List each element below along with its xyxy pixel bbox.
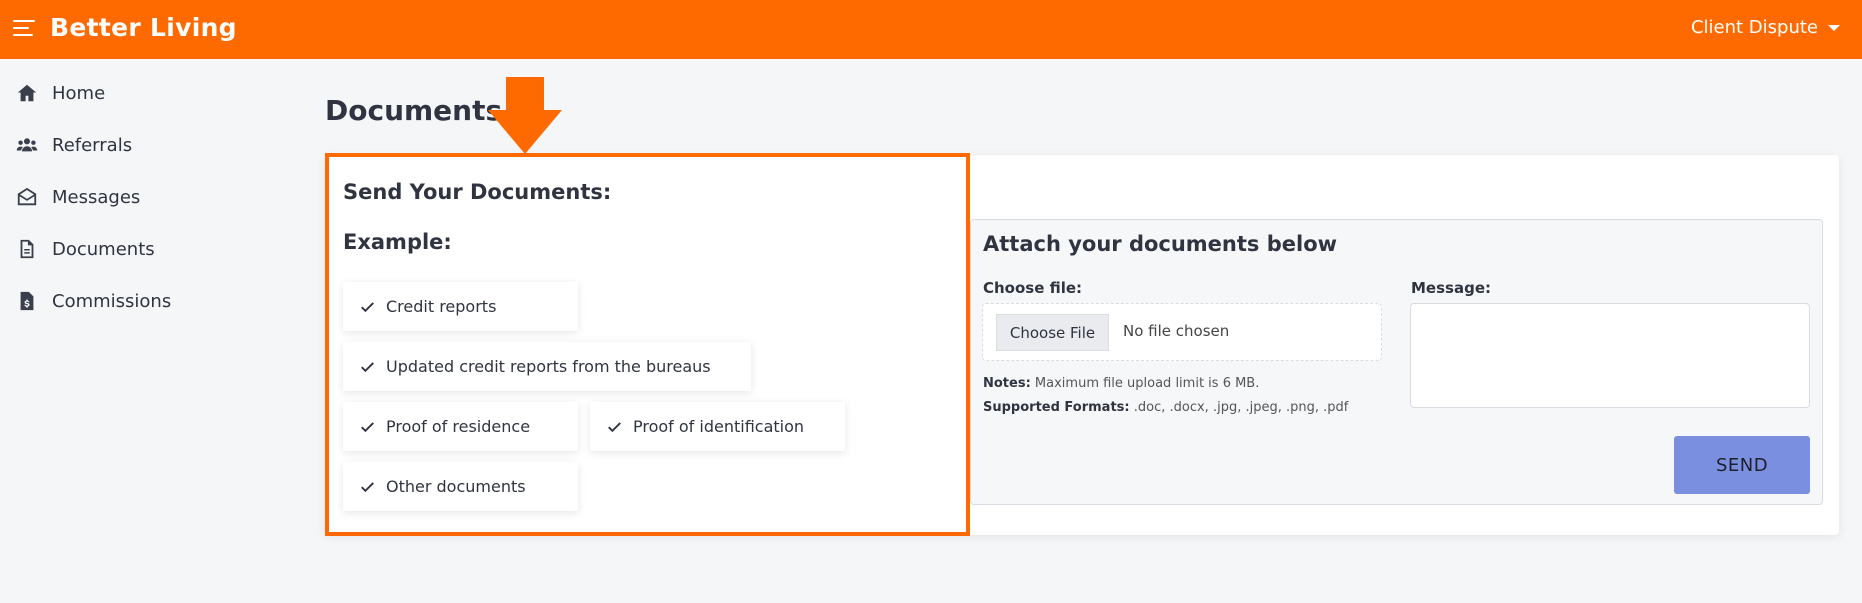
sidebar-item-documents[interactable]: Documents bbox=[16, 238, 155, 260]
send-documents-title: Send Your Documents: bbox=[343, 180, 612, 204]
formats-text: .doc, .docx, .jpg, .jpeg, .png, .pdf bbox=[1133, 400, 1349, 415]
file-status: No file chosen bbox=[1123, 322, 1230, 340]
hamburger-icon[interactable] bbox=[13, 20, 35, 38]
sidebar-item-label: Home bbox=[52, 82, 106, 104]
caret-down-icon bbox=[1828, 24, 1840, 31]
top-navbar: Better Living Client Dispute bbox=[0, 0, 1862, 59]
sidebar: Home Referrals Messages Documents Commis… bbox=[0, 59, 290, 603]
user-menu-label: Client Dispute bbox=[1690, 17, 1818, 38]
brand-title[interactable]: Better Living bbox=[50, 13, 237, 42]
check-icon bbox=[361, 362, 374, 373]
users-icon bbox=[16, 138, 38, 152]
sidebar-item-label: Documents bbox=[52, 238, 155, 260]
user-menu-dropdown[interactable]: Client Dispute bbox=[1691, 17, 1840, 38]
file-upload-field[interactable]: Choose File No file chosen bbox=[982, 303, 1382, 361]
example-chip: Proof of identification bbox=[590, 402, 845, 451]
formats-label: Supported Formats: bbox=[983, 400, 1130, 415]
envelope-open-icon bbox=[17, 187, 37, 206]
home-icon bbox=[17, 84, 37, 102]
example-label: Proof of identification bbox=[633, 417, 805, 436]
invoice-dollar-icon bbox=[20, 291, 34, 311]
example-label: Other documents bbox=[386, 477, 526, 496]
example-label: Updated credit reports from the bureaus bbox=[386, 357, 711, 376]
check-icon bbox=[361, 302, 374, 313]
sidebar-item-home[interactable]: Home bbox=[16, 82, 105, 104]
notes-text: Maximum file upload limit is 6 MB. bbox=[1034, 376, 1260, 391]
message-label: Message: bbox=[1411, 279, 1491, 297]
sidebar-item-label: Messages bbox=[52, 186, 141, 208]
sidebar-item-messages[interactable]: Messages bbox=[16, 186, 140, 208]
check-icon bbox=[361, 482, 374, 493]
example-chip: Updated credit reports from the bureaus bbox=[343, 342, 751, 391]
example-chip: Credit reports bbox=[343, 282, 578, 331]
example-label: Proof of residence bbox=[386, 417, 531, 436]
choose-file-button[interactable]: Choose File bbox=[996, 314, 1109, 351]
sidebar-item-commissions[interactable]: Commissions bbox=[16, 290, 171, 312]
check-icon bbox=[361, 422, 374, 433]
example-title: Example: bbox=[343, 230, 452, 254]
notes-label: Notes: bbox=[983, 376, 1031, 391]
notes-line: Notes: Maximum file upload limit is 6 MB… bbox=[983, 376, 1259, 391]
example-chip: Other documents bbox=[343, 462, 578, 511]
example-label: Credit reports bbox=[386, 297, 497, 316]
example-chip: Proof of residence bbox=[343, 402, 578, 451]
message-textarea[interactable] bbox=[1410, 303, 1810, 408]
check-icon bbox=[608, 422, 621, 433]
page-title: Documents bbox=[325, 94, 503, 127]
sidebar-item-label: Commissions bbox=[52, 290, 172, 312]
sidebar-item-label: Referrals bbox=[52, 134, 133, 156]
sidebar-item-referrals[interactable]: Referrals bbox=[16, 134, 132, 156]
send-button[interactable]: SEND bbox=[1674, 436, 1810, 494]
formats-line: Supported Formats: .doc, .docx, .jpg, .j… bbox=[983, 400, 1348, 415]
arrow-down-icon bbox=[488, 77, 562, 154]
choose-file-label: Choose file: bbox=[983, 279, 1083, 297]
attach-title: Attach your documents below bbox=[983, 232, 1338, 256]
document-icon bbox=[20, 239, 34, 259]
